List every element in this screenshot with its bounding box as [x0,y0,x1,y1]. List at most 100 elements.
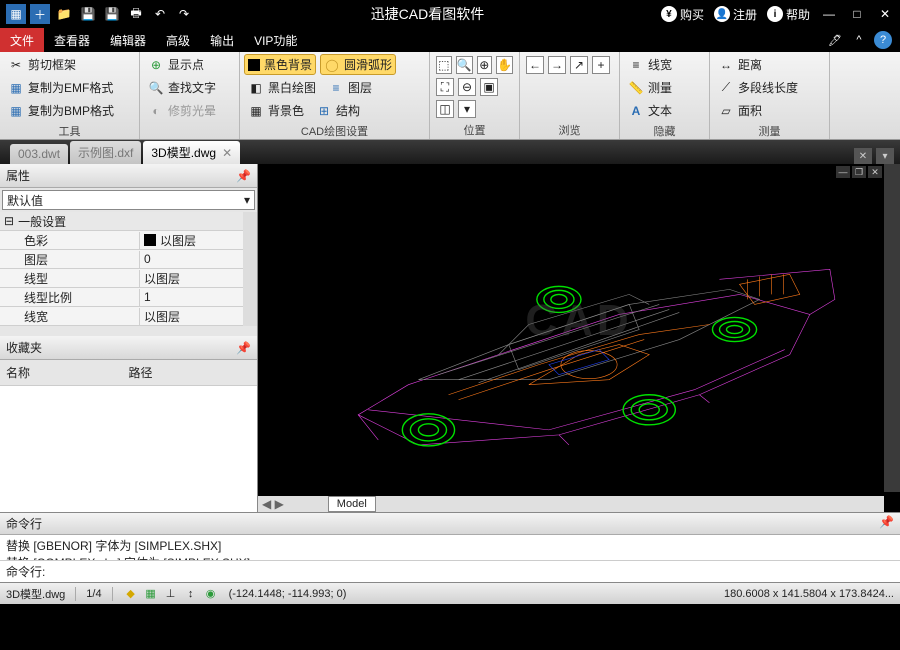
copy-emf-button[interactable]: ▦复制为EMF格式 [4,77,135,98]
vp-restore-icon[interactable]: ❐ [852,166,866,178]
area-button[interactable]: ▱面积 [714,100,825,121]
osnap-icon[interactable]: ◉ [203,586,219,602]
help-button[interactable]: i帮助 [767,6,810,23]
command-panel: 命令行📌 替换 [GBENOR] 字体为 [SIMPLEX.SHX] 替换 [C… [0,512,900,582]
zoom-icon[interactable]: ⊕ [477,56,493,74]
yen-icon: ¥ [661,6,677,22]
tabs-close-icon[interactable]: ✕ [854,148,872,164]
doctab-1[interactable]: 示例图.dxf [70,141,141,164]
pan-icon[interactable]: ✋ [496,56,513,74]
axis-icon[interactable]: ↕ [183,586,199,602]
clip-frame-button[interactable]: ✂剪切框架 [4,54,135,75]
search-icon: 🔍 [148,80,164,96]
statusbar: 3D模型.dwg 1/4 ◆ ▦ ⊥ ↕ ◉ (-124.1448; -114.… [0,582,900,604]
pin-icon[interactable]: 📌 [236,341,251,355]
bmp-icon: ▦ [8,103,24,119]
app-icon: ▦ [6,4,26,24]
scissors-icon: ✂ [8,57,24,73]
workarea: 属性📌 默认值▾ ⊟一般设置 色彩以图层 图层0 线型以图层 线型比例1 线宽以… [0,164,900,512]
viewport[interactable]: — ❐ ✕ [258,164,900,512]
close-button[interactable]: ✕ [876,5,894,23]
smooth-arc-button[interactable]: ◯圆滑弧形 [320,54,396,75]
pin-icon[interactable]: 📌 [236,169,251,183]
question-icon[interactable]: ? [874,31,892,49]
black-bg-button[interactable]: 黑色背景 [244,54,316,75]
zoom-extents-icon[interactable]: ⛶ [436,78,454,96]
nav-right-icon[interactable]: → [548,56,566,74]
minimize-button[interactable]: — [820,5,838,23]
menu-vip[interactable]: VIP功能 [244,28,307,52]
structure-button[interactable]: ⊞结构 [312,100,364,121]
edit-halo-button[interactable]: ◐修剪光晕 [144,100,235,121]
bgcolor-button[interactable]: ▦背景色 [244,100,308,121]
close-tab-icon[interactable]: ✕ [222,146,232,160]
nav-left-icon[interactable]: ← [526,56,544,74]
color-grid-icon: ▦ [248,103,264,119]
status-frac: 1/4 [86,588,101,600]
tabs-dropdown-icon[interactable]: ▾ [876,148,894,164]
grid-icon[interactable]: ▦ [143,586,159,602]
status-dimensions: 180.6008 x 141.5804 x 173.8424... [724,588,894,600]
vp-close-icon[interactable]: ✕ [868,166,882,178]
nav-up-icon[interactable]: ↗ [570,56,588,74]
fav-col-name: 名称 [6,364,129,381]
redo-icon[interactable]: ↷ [174,4,194,24]
bw-draw-button[interactable]: ◧黑白绘图 [244,77,320,98]
menu-output[interactable]: 输出 [200,28,244,52]
show-points-button[interactable]: ⊕显示点 [144,54,235,75]
tree-icon: ⊞ [316,103,332,119]
prop-row: 线宽以图层 [0,307,257,326]
find-text-button[interactable]: 🔍查找文字 [144,77,235,98]
fit-icon[interactable]: ▣ [480,78,498,96]
open-icon[interactable]: 📁 [54,4,74,24]
doctab-2[interactable]: 3D模型.dwg✕ [143,141,240,164]
zoom-window-icon[interactable]: ⬚ [436,56,452,74]
group-tools-label: 工具 [4,121,135,140]
save-icon[interactable]: 💾 [78,4,98,24]
new-icon[interactable]: ＋ [30,4,50,24]
command-input[interactable]: 命令行: [0,560,900,582]
view1-icon[interactable]: ◫ [436,100,454,118]
text-button[interactable]: A文本 [624,100,705,121]
measure-toggle-button[interactable]: 📏测量 [624,77,705,98]
menu-editor[interactable]: 编辑器 [100,28,156,52]
lineweight-button[interactable]: ≡线宽 [624,54,705,75]
user-icon: 👤 [714,6,730,22]
saveall-icon[interactable]: 💾 [102,4,122,24]
nav-plus-icon[interactable]: + [592,56,610,74]
chevron-up-icon[interactable]: ^ [850,31,868,49]
default-combo[interactable]: 默认值▾ [2,190,255,210]
vp-minimize-icon[interactable]: — [836,166,850,178]
register-button[interactable]: 👤注册 [714,6,757,23]
menu-file[interactable]: 文件 [0,28,44,52]
polyline-length-button[interactable]: ⟋多段线长度 [714,77,825,98]
ribbon: ✂剪切框架 ▦复制为EMF格式 ▦复制为BMP格式 工具 ⊕显示点 🔍查找文字 … [0,52,900,140]
watermark: CAD [525,296,632,346]
maximize-button[interactable]: □ [848,5,866,23]
zoom-in-icon[interactable]: 🔍 [456,56,473,74]
fav-col-path: 路径 [129,364,252,381]
snap-icon[interactable]: ◆ [123,586,139,602]
view2-icon[interactable]: ▾ [458,100,476,118]
print-icon[interactable]: 🖶 [126,4,146,24]
app-title: 迅捷CAD看图软件 [194,4,661,24]
menu-viewer[interactable]: 查看器 [44,28,100,52]
menu-advanced[interactable]: 高级 [156,28,200,52]
distance-button[interactable]: ↔距离 [714,54,825,75]
props-scrollbar[interactable] [243,212,257,326]
model-tab[interactable]: Model [328,496,376,512]
buy-button[interactable]: ¥购买 [661,6,704,23]
ortho-icon[interactable]: ⊥ [163,586,179,602]
pin-icon[interactable]: 📌 [879,515,894,532]
undo-icon[interactable]: ↶ [150,4,170,24]
prop-row: 图层0 [0,250,257,269]
layers-button[interactable]: ≡图层 [324,77,376,98]
zoom-out-icon[interactable]: ⊖ [458,78,476,96]
horizontal-scrollbar[interactable]: ◀ ▶ Model [258,496,884,512]
vertical-scrollbar[interactable] [884,164,900,492]
prop-row: 色彩以图层 [0,231,257,250]
doctab-0[interactable]: 003.dwt [10,144,68,164]
copy-bmp-button[interactable]: ▦复制为BMP格式 [4,100,135,121]
palette-icon[interactable]: 🖊 [826,31,844,49]
prop-category[interactable]: ⊟一般设置 [0,212,257,231]
